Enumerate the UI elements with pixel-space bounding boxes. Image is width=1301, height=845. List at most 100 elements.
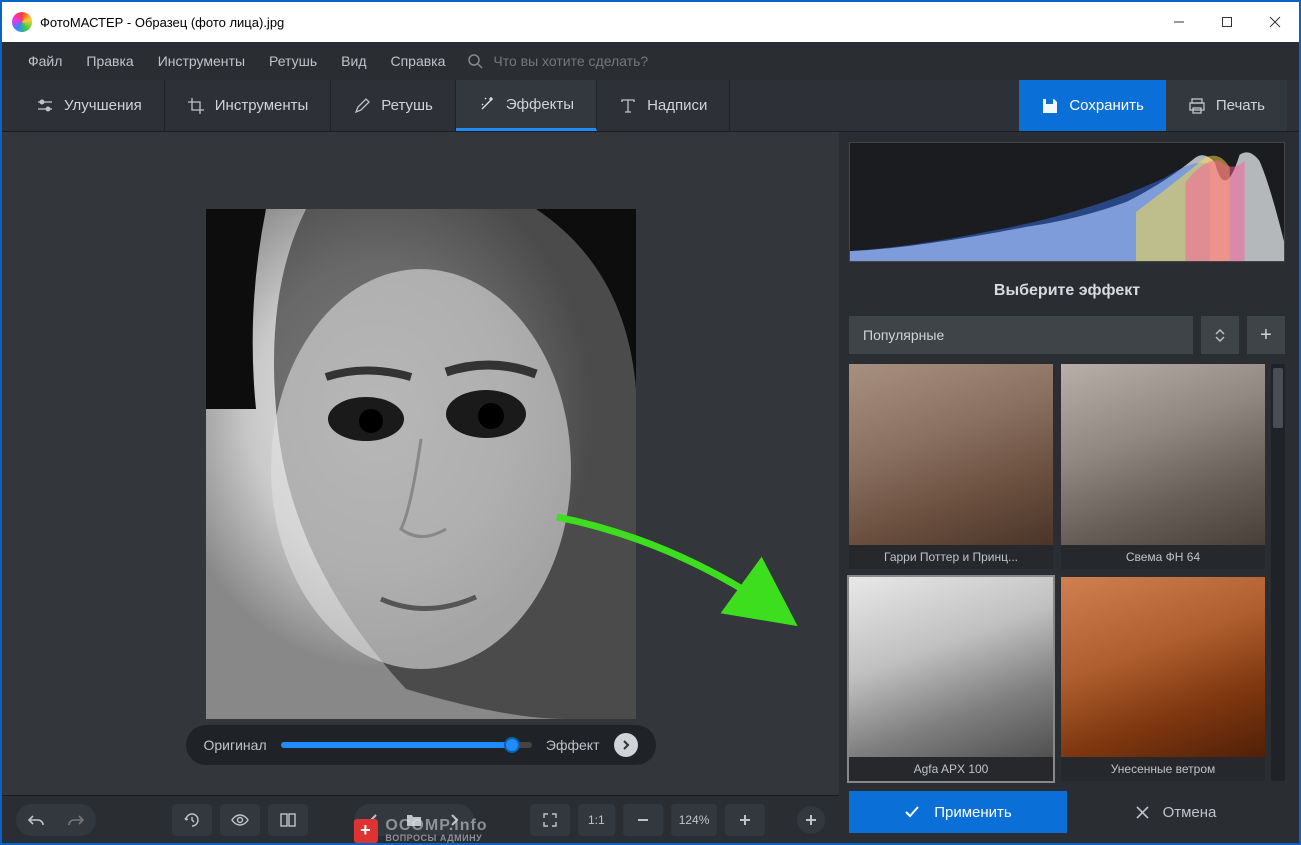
panel-title: Выберите эффект [849, 272, 1285, 306]
content: Оригинал Эффект [2, 132, 1299, 843]
canvas-viewport[interactable]: Оригинал Эффект [2, 132, 839, 795]
effect-thumb [849, 577, 1053, 758]
menu-view[interactable]: Вид [329, 53, 378, 69]
effects-wrap: Гарри Поттер и Принц... Свема ФН 64 Agfa… [849, 364, 1285, 781]
menu-retouch[interactable]: Ретушь [257, 53, 329, 69]
open-folder-button[interactable] [394, 804, 434, 836]
category-label: Популярные [863, 327, 944, 343]
effect-thumb [849, 364, 1053, 545]
history-button[interactable] [172, 804, 212, 836]
effect-card[interactable]: Унесенные ветром [1061, 577, 1265, 782]
category-updown[interactable] [1201, 316, 1239, 354]
tab-effects[interactable]: Эффекты [456, 80, 597, 131]
sliders-icon [36, 97, 54, 115]
window-controls [1155, 2, 1299, 42]
close-icon [1136, 806, 1149, 819]
wand-icon [478, 95, 496, 113]
effects-grid: Гарри Поттер и Принц... Свема ФН 64 Agfa… [849, 364, 1265, 781]
action-row: Применить Отмена [849, 791, 1285, 833]
cancel-label: Отмена [1163, 804, 1217, 821]
effect-card[interactable]: Гарри Поттер и Принц... [849, 364, 1053, 569]
close-button[interactable] [1251, 2, 1299, 42]
photo-preview [206, 209, 636, 719]
search-icon [467, 53, 483, 69]
effect-card[interactable]: Свема ФН 64 [1061, 364, 1265, 569]
tab-retouch[interactable]: Ретушь [331, 80, 456, 131]
category-row: Популярные + [849, 316, 1285, 354]
menubar: Файл Правка Инструменты Ретушь Вид Справ… [2, 42, 1299, 80]
app-logo-icon [12, 12, 32, 32]
app-window: ФотоМАСТЕР - Образец (фото лица).jpg Фай… [0, 0, 1301, 845]
tab-label: Улучшения [64, 97, 142, 114]
apply-label: Применить [934, 804, 1012, 821]
slider-next-button[interactable] [614, 733, 638, 757]
cancel-button[interactable]: Отмена [1067, 791, 1285, 833]
effects-scrollbar[interactable] [1271, 364, 1285, 781]
zoom-out-button[interactable] [623, 804, 663, 836]
tab-label: Надписи [647, 97, 707, 114]
tab-tools[interactable]: Инструменты [165, 80, 332, 131]
slider-thumb[interactable] [504, 737, 520, 753]
tab-label: Эффекты [506, 96, 574, 113]
print-icon [1188, 97, 1206, 115]
tab-label: Инструменты [215, 97, 309, 114]
menu-edit[interactable]: Правка [74, 53, 145, 69]
zoom-percent: 124% [671, 804, 718, 836]
scrollbar-thumb[interactable] [1273, 368, 1283, 428]
prev-file-button[interactable] [354, 804, 394, 836]
tab-text[interactable]: Надписи [597, 80, 730, 131]
save-label: Сохранить [1069, 97, 1144, 114]
slider-track[interactable] [281, 742, 532, 748]
print-button[interactable]: Печать [1166, 80, 1287, 131]
crop-icon [187, 97, 205, 115]
save-button[interactable]: Сохранить [1019, 80, 1166, 131]
category-add-button[interactable]: + [1247, 316, 1285, 354]
effect-label: Свема ФН 64 [1061, 545, 1265, 569]
tab-label: Ретушь [381, 97, 433, 114]
menu-help[interactable]: Справка [378, 53, 457, 69]
slider-label-original: Оригинал [204, 737, 267, 753]
effect-label: Унесенные ветром [1061, 757, 1265, 781]
save-icon [1041, 97, 1059, 115]
slider-label-effect: Эффект [546, 737, 600, 753]
titlebar: ФотоМАСТЕР - Образец (фото лица).jpg [2, 2, 1299, 42]
search-input[interactable] [493, 53, 753, 69]
zoom-in-button[interactable] [725, 804, 765, 836]
canvas-area: Оригинал Эффект [2, 132, 839, 843]
effect-label: Гарри Поттер и Принц... [849, 545, 1053, 569]
brush-icon [353, 97, 371, 115]
app-body: Файл Правка Инструменты Ретушь Вид Справ… [2, 42, 1299, 843]
undo-redo-group [16, 804, 96, 836]
maximize-button[interactable] [1203, 2, 1251, 42]
minimize-button[interactable] [1155, 2, 1203, 42]
window-title: ФотоМАСТЕР - Образец (фото лица).jpg [40, 15, 284, 30]
fit-screen-button[interactable] [530, 804, 570, 836]
compare-button[interactable] [268, 804, 308, 836]
menu-file[interactable]: Файл [16, 53, 74, 69]
menu-tools[interactable]: Инструменты [146, 53, 257, 69]
effect-thumb [1061, 364, 1265, 545]
histogram[interactable] [849, 142, 1285, 262]
text-icon [619, 97, 637, 115]
tab-enhance[interactable]: Улучшения [14, 80, 165, 131]
effect-label: Agfa APX 100 [849, 757, 1053, 781]
effect-thumb [1061, 577, 1265, 758]
redo-button[interactable] [56, 804, 96, 836]
file-nav-group [354, 804, 474, 836]
side-panel: Выберите эффект Популярные + [839, 132, 1299, 843]
add-button[interactable] [797, 806, 825, 834]
print-label: Печать [1216, 97, 1265, 114]
preview-button[interactable] [220, 804, 260, 836]
zoom-ratio-button[interactable]: 1:1 [578, 804, 615, 836]
category-select[interactable]: Популярные [849, 316, 1193, 354]
toolbar: Улучшения Инструменты Ретушь Эффекты Над… [2, 80, 1299, 132]
check-icon [904, 805, 920, 819]
search-wrap [467, 53, 753, 69]
bottom-bar: 1:1 124% + OCOMP.info ВОПРОСЫ АДМИНУ [2, 795, 839, 843]
slider-fill [281, 742, 512, 748]
apply-button[interactable]: Применить [849, 791, 1067, 833]
undo-button[interactable] [16, 804, 56, 836]
next-file-button[interactable] [434, 804, 474, 836]
compare-slider: Оригинал Эффект [186, 725, 656, 765]
effect-card[interactable]: Agfa APX 100 [849, 577, 1053, 782]
